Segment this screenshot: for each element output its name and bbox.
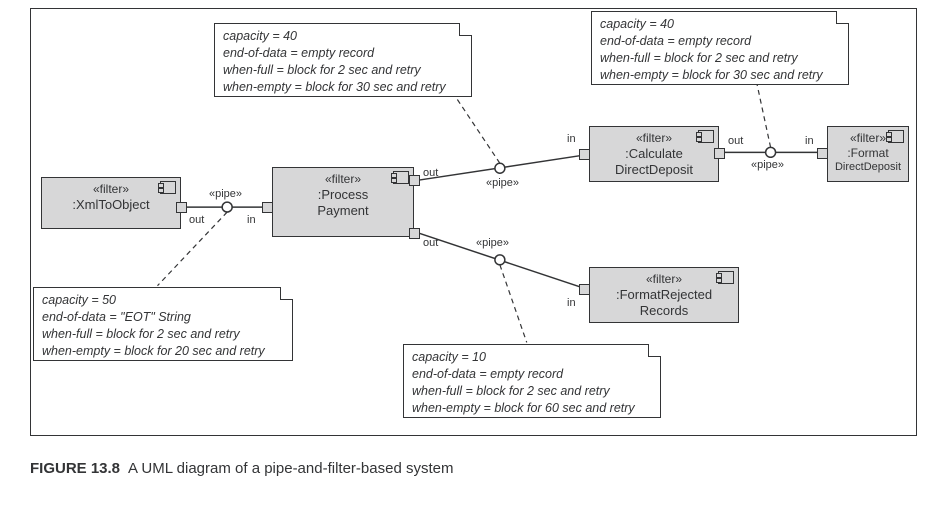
port-label: in <box>805 135 814 147</box>
port-xml-out <box>176 202 187 213</box>
note-bottom-mid: capacity = 10 end-of-data = empty record… <box>403 344 661 418</box>
component-icon <box>888 130 904 143</box>
pipe-label: «pipe» <box>476 237 509 249</box>
pipe-label: «pipe» <box>486 177 519 189</box>
port-label: in <box>567 133 576 145</box>
filter-name-2: Payment <box>273 203 413 218</box>
component-icon <box>718 271 734 284</box>
note-line: end-of-data = empty record <box>412 366 652 383</box>
note-line: when-empty = block for 30 sec and retry <box>223 79 463 96</box>
filter-calculate-direct-deposit: «filter» :Calculate DirectDeposit <box>589 126 719 182</box>
note-line: when-empty = block for 30 sec and retry <box>600 67 840 84</box>
filter-process-payment: «filter» :Process Payment <box>272 167 414 237</box>
note-fold-icon <box>280 287 293 300</box>
note-fold-icon <box>648 344 661 357</box>
port-calc-in <box>579 149 590 160</box>
component-icon <box>160 181 176 194</box>
note-line: when-empty = block for 60 sec and retry <box>412 400 652 417</box>
note-line: end-of-data = "EOT" String <box>42 309 284 326</box>
port-format-in <box>817 148 828 159</box>
port-reject-in <box>579 284 590 295</box>
note-line: capacity = 10 <box>412 349 652 366</box>
filter-name: :FormatRejected <box>590 287 738 302</box>
pipe-label: «pipe» <box>751 159 784 171</box>
note-line: end-of-data = empty record <box>223 45 463 62</box>
port-calc-out <box>714 148 725 159</box>
note-top-left: capacity = 40 end-of-data = empty record… <box>214 23 472 97</box>
filter-name: :Calculate <box>590 146 718 161</box>
component-icon <box>393 171 409 184</box>
note-fold-icon <box>459 23 472 36</box>
component-icon <box>698 130 714 143</box>
note-line: when-full = block for 2 sec and retry <box>600 50 840 67</box>
filter-name-2: DirectDeposit <box>590 162 718 177</box>
note-line: when-full = block for 2 sec and retry <box>42 326 284 343</box>
port-process-out-top <box>409 175 420 186</box>
note-line: when-empty = block for 20 sec and retry <box>42 343 284 360</box>
page-root: «filter» :XmlToObject out «filter» :Proc… <box>0 0 933 510</box>
filter-name-2: DirectDeposit <box>828 161 908 173</box>
diagram-frame: «filter» :XmlToObject out «filter» :Proc… <box>30 8 917 436</box>
note-line: capacity = 50 <box>42 292 284 309</box>
figure-label: FIGURE 13.8 <box>30 460 120 477</box>
note-bottom-left: capacity = 50 end-of-data = "EOT" String… <box>33 287 293 361</box>
note-line: when-full = block for 2 sec and retry <box>412 383 652 400</box>
filter-format-rejected-records: «filter» :FormatRejected Records <box>589 267 739 323</box>
pipe-label: «pipe» <box>209 188 242 200</box>
port-process-out-bottom <box>409 228 420 239</box>
figure-text: A UML diagram of a pipe-and-filter-based… <box>128 460 453 477</box>
port-label: out <box>423 237 438 249</box>
port-label: out <box>728 135 743 147</box>
note-line: capacity = 40 <box>600 16 840 33</box>
port-label: in <box>247 214 256 226</box>
port-process-in <box>262 202 273 213</box>
filter-name: :Format <box>828 146 908 160</box>
figure-caption: FIGURE 13.8 A UML diagram of a pipe-and-f… <box>30 460 453 477</box>
filter-format-direct-deposit: «filter» :Format DirectDeposit <box>827 126 909 182</box>
note-line: when-full = block for 2 sec and retry <box>223 62 463 79</box>
filter-name: :XmlToObject <box>42 197 180 212</box>
note-fold-icon <box>836 11 849 24</box>
filter-xml-to-object: «filter» :XmlToObject <box>41 177 181 229</box>
note-line: end-of-data = empty record <box>600 33 840 50</box>
note-top-right: capacity = 40 end-of-data = empty record… <box>591 11 849 85</box>
filter-name: :Process <box>273 187 413 202</box>
port-label: out <box>189 214 204 226</box>
port-label: in <box>567 297 576 309</box>
filter-name-2: Records <box>590 303 738 318</box>
port-label: out <box>423 167 438 179</box>
note-line: capacity = 40 <box>223 28 463 45</box>
